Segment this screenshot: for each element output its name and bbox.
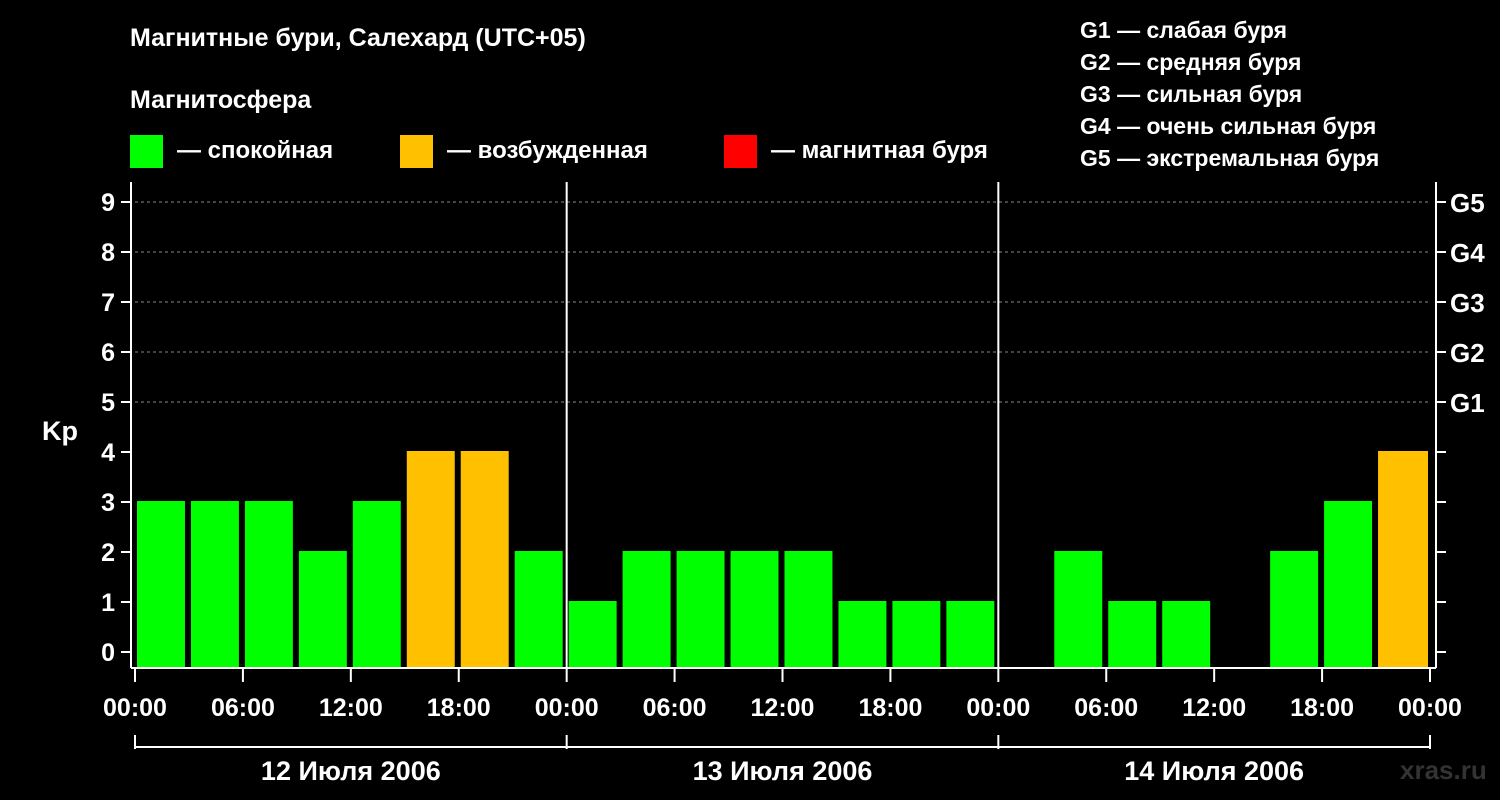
kp-bar (460, 451, 509, 669)
kp-bar (838, 601, 887, 669)
kp-bar-chart: 0 1 2 3 4 5 6 7 8 9 Kp G1 G2 G3 G4 G5 00:00 06:00 12:00 18:… (42, 182, 1485, 786)
y-tick-label: 8 (101, 239, 115, 267)
x-tick-label: 18:00 (1290, 694, 1354, 722)
g-scale-label: G2 (1450, 338, 1485, 368)
kp-bar (568, 601, 617, 669)
kp-bar (298, 551, 347, 669)
kp-bar (622, 551, 671, 669)
kp-bar (137, 501, 185, 669)
y-tick-label: 6 (101, 339, 115, 367)
y-axis-label: Kp (42, 416, 78, 446)
x-tick-label: 06:00 (211, 694, 275, 722)
kp-bar (244, 501, 293, 669)
kp-bar (676, 551, 725, 669)
x-tick-label: 18:00 (858, 694, 922, 722)
y-tick-label: 4 (101, 439, 115, 467)
kp-bar-partial (1416, 451, 1428, 669)
kp-bar (1162, 601, 1211, 669)
y-tick-label: 7 (101, 289, 115, 317)
x-tick-label: 06:00 (643, 694, 707, 722)
y-tick-label: 2 (101, 539, 115, 567)
kp-bar (1270, 551, 1319, 669)
day-label: 14 Июля 2006 (1124, 756, 1304, 786)
y-tick-label: 5 (101, 389, 115, 417)
x-tick-label: 00:00 (966, 694, 1030, 722)
day-label: 12 Июля 2006 (261, 756, 441, 786)
kp-bar (352, 501, 401, 669)
x-tick-label: 18:00 (427, 694, 491, 722)
kp-bar (406, 451, 455, 669)
x-tick-label: 00:00 (1398, 694, 1462, 722)
kp-bar (730, 551, 779, 669)
x-tick-label: 06:00 (1074, 694, 1138, 722)
x-tick-label: 12:00 (319, 694, 383, 722)
y-tick-label: 9 (101, 189, 115, 217)
kp-bar (784, 551, 833, 669)
g-scale-label: G4 (1450, 238, 1485, 268)
g-scale-label: G3 (1450, 288, 1485, 318)
kp-bar (1108, 601, 1157, 669)
x-tick-label: 12:00 (1182, 694, 1246, 722)
day-label: 13 Июля 2006 (693, 756, 873, 786)
kp-bar (946, 601, 995, 669)
watermark: xras.ru (1400, 755, 1487, 785)
g-scale-label: G5 (1450, 188, 1485, 218)
x-tick-label: 00:00 (103, 694, 167, 722)
y-tick-label: 3 (101, 489, 115, 517)
y-tick-label: 0 (101, 639, 115, 667)
x-tick-label: 12:00 (751, 694, 815, 722)
kp-bar (190, 501, 239, 669)
g-scale-label: G1 (1450, 388, 1485, 418)
kp-bar (892, 601, 941, 669)
kp-bar (1054, 551, 1103, 669)
kp-bar (514, 551, 563, 669)
y-tick-label: 1 (101, 589, 115, 617)
x-tick-label: 00:00 (535, 694, 599, 722)
kp-bar (1324, 501, 1373, 669)
